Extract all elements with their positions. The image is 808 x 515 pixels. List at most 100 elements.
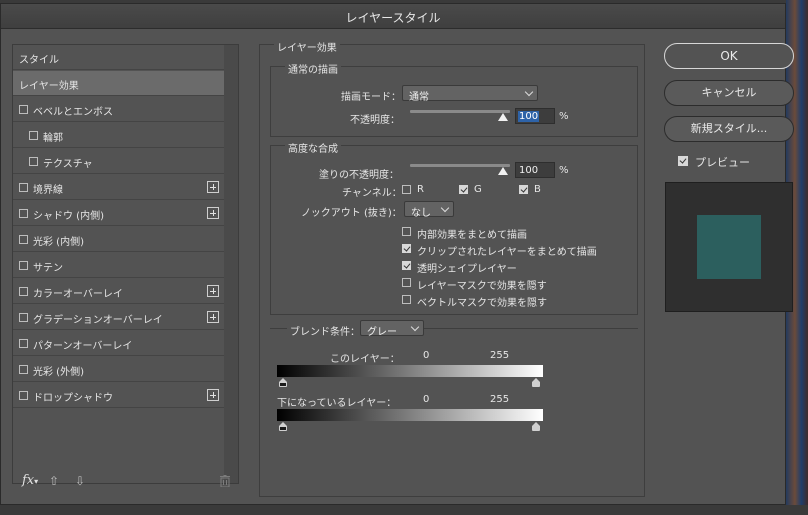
style-list-item-checkbox[interactable]	[19, 261, 28, 270]
this-layer-label: このレイヤー：	[330, 354, 400, 365]
blend-if-label: ブレンド条件：	[287, 323, 363, 338]
advanced-option-label: クリップされたレイヤーをまとめて描画	[417, 247, 597, 258]
style-list-item-checkbox[interactable]	[29, 131, 38, 140]
this-layer-white-stop[interactable]	[532, 378, 540, 387]
style-list-item-checkbox[interactable]	[29, 157, 38, 166]
advanced-blending-group: 高度な合成 塗りの不透明度： 100 % チャンネル： R G B ノックアウト (…	[270, 140, 638, 315]
style-list-item[interactable]: 光彩 (内側)	[13, 227, 224, 252]
delete-effect-button[interactable]	[220, 475, 230, 490]
fill-opacity-slider-thumb[interactable]	[498, 167, 508, 175]
move-down-button[interactable]: ⇩	[75, 474, 85, 488]
preview-thumbnail	[665, 182, 793, 312]
style-list-item[interactable]: パターンオーバーレイ	[13, 331, 224, 356]
style-list-item[interactable]: 境界線	[13, 175, 224, 200]
style-list-item[interactable]: 光彩 (外側)	[13, 357, 224, 382]
add-effect-plus-icon[interactable]	[207, 181, 219, 193]
style-list: スタイルレイヤー効果ベベルとエンボス輪郭テクスチャ 境界線シャドウ (内側) 光彩 …	[12, 44, 239, 484]
style-list-item[interactable]: ベベルとエンボス	[13, 97, 224, 122]
fill-opacity-value: 100	[519, 165, 539, 176]
add-effect-plus-icon[interactable]	[207, 207, 219, 219]
channel-r-checkbox[interactable]	[402, 185, 411, 194]
opacity-unit: %	[559, 111, 569, 122]
underlying-layer-gradient-bar	[277, 409, 543, 421]
fx-icon: fx	[22, 473, 35, 488]
style-list-item-label: パターンオーバーレイ	[33, 341, 133, 352]
advanced-option-checkbox[interactable]	[402, 295, 411, 304]
style-list-item[interactable]: レイヤー効果	[13, 71, 224, 96]
fx-menu-button[interactable]: fx▾	[22, 473, 38, 488]
normal-blending-title: 通常の描画	[285, 61, 341, 76]
fill-opacity-slider-track[interactable]	[410, 164, 510, 167]
preview-label: プレビュー	[695, 156, 750, 169]
chevron-down-icon	[410, 322, 420, 332]
style-list-item[interactable]: テクスチャ	[13, 149, 224, 174]
style-list-item-checkbox[interactable]	[19, 313, 28, 322]
channel-g-label: G	[474, 184, 482, 195]
trash-icon	[220, 475, 230, 488]
dialog-titlebar[interactable]: レイヤースタイル	[1, 4, 785, 29]
this-layer-max: 255	[490, 350, 510, 361]
advanced-blending-title: 高度な合成	[285, 140, 341, 155]
style-list-item-checkbox[interactable]	[19, 183, 28, 192]
opacity-input[interactable]: 100	[515, 108, 555, 124]
advanced-option-checkbox[interactable]	[402, 227, 411, 236]
advanced-option-checkbox[interactable]	[402, 278, 411, 287]
blend-mode-value: 通常	[409, 92, 429, 103]
advanced-option-checkbox[interactable]	[402, 244, 411, 253]
style-list-item-checkbox[interactable]	[19, 105, 28, 114]
style-list-item[interactable]: ドロップシャドウ	[13, 383, 224, 408]
style-list-item-label: 光彩 (外側)	[33, 367, 84, 378]
channel-b-checkbox[interactable]	[519, 185, 528, 194]
style-list-item-checkbox[interactable]	[19, 287, 28, 296]
blend-mode-label: 描画モード：	[341, 92, 401, 103]
style-list-item-checkbox[interactable]	[19, 391, 28, 400]
style-list-scrollbar[interactable]	[224, 45, 238, 483]
blend-mode-select[interactable]: 通常	[402, 85, 538, 103]
style-list-item-checkbox[interactable]	[19, 235, 28, 244]
style-list-item-label: サテン	[33, 263, 63, 274]
channels-label: チャンネル：	[342, 188, 402, 199]
channel-r-label: R	[417, 184, 424, 195]
style-list-item-checkbox[interactable]	[19, 365, 28, 374]
style-list-item[interactable]: カラーオーバーレイ	[13, 279, 224, 304]
this-layer-black-stop[interactable]	[279, 378, 287, 387]
style-list-item-label: ベベルとエンボス	[33, 107, 113, 118]
layer-effects-title: レイヤー効果	[274, 39, 340, 54]
style-list-item[interactable]: グラデーションオーバーレイ	[13, 305, 224, 330]
move-up-button[interactable]: ⇧	[49, 474, 59, 488]
style-list-item[interactable]: 輪郭	[13, 123, 224, 148]
style-list-item-label: シャドウ (内側)	[33, 211, 104, 222]
fill-opacity-unit: %	[559, 165, 569, 176]
opacity-slider-track[interactable]	[410, 110, 510, 113]
fill-opacity-input[interactable]: 100	[515, 162, 555, 178]
channel-g-checkbox[interactable]	[459, 185, 468, 194]
underlying-layer-min: 0	[423, 394, 430, 405]
style-list-item-label: 光彩 (内側)	[33, 237, 84, 248]
style-list-item[interactable]: サテン	[13, 253, 224, 278]
this-layer-gradient-bar	[277, 365, 543, 377]
underlying-layer-black-stop[interactable]	[279, 422, 287, 431]
style-list-item-label: レイヤー効果	[19, 81, 79, 92]
style-list-item-checkbox[interactable]	[19, 209, 28, 218]
chevron-down-icon	[524, 87, 534, 97]
opacity-value: 100	[518, 111, 540, 122]
blend-if-select[interactable]: グレー	[360, 320, 424, 338]
cancel-button[interactable]: キャンセル	[664, 80, 794, 106]
add-effect-plus-icon[interactable]	[207, 311, 219, 323]
arrow-up-icon: ⇧	[49, 474, 60, 488]
style-list-item-label: カラーオーバーレイ	[33, 289, 123, 300]
ok-button[interactable]: OK	[664, 43, 794, 69]
style-list-item[interactable]: スタイル	[13, 45, 224, 70]
style-list-item[interactable]: シャドウ (内側)	[13, 201, 224, 226]
knockout-select[interactable]: なし	[404, 201, 454, 219]
underlying-layer-white-stop[interactable]	[532, 422, 540, 431]
opacity-slider-thumb[interactable]	[498, 113, 508, 121]
preview-checkbox[interactable]	[678, 156, 688, 166]
new-style-button[interactable]: 新規スタイル...	[664, 116, 794, 142]
add-effect-plus-icon[interactable]	[207, 389, 219, 401]
add-effect-plus-icon[interactable]	[207, 285, 219, 297]
style-list-item-checkbox[interactable]	[19, 339, 28, 348]
advanced-option-label: 内部効果をまとめて描画	[417, 230, 527, 241]
advanced-option-checkbox[interactable]	[402, 261, 411, 270]
style-list-item-label: 輪郭	[43, 133, 63, 144]
